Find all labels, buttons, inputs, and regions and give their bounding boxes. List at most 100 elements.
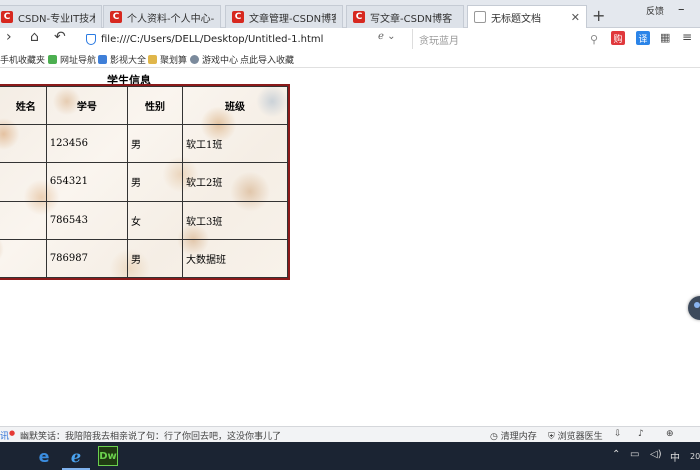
cell-class: 软工2班 bbox=[182, 162, 288, 202]
bookmark-import[interactable]: 点此导入收藏 bbox=[240, 53, 294, 66]
clock[interactable]: 20 bbox=[690, 452, 700, 461]
tab-untitled-document[interactable]: 无标题文档 ✕ bbox=[467, 5, 587, 28]
search-icon[interactable]: ⚲ bbox=[590, 33, 598, 46]
shopping-extension-icon[interactable]: 购 bbox=[611, 31, 625, 45]
tab-title: 文章管理-CSDN博客 bbox=[249, 13, 336, 25]
bookmark-label: 聚划算 bbox=[160, 56, 188, 66]
cell-student-id: 786543 bbox=[45, 200, 128, 240]
table-row: 786987 男 大数据班 bbox=[0, 238, 288, 278]
render-mode-icon[interactable]: ℯ ⌄ bbox=[378, 31, 395, 42]
clean-memory-button[interactable]: ◷ 清理内存 bbox=[490, 429, 537, 442]
bookmark-label: 游戏中心 bbox=[202, 56, 239, 66]
news-link[interactable]: 讯● bbox=[0, 429, 15, 442]
feedback-link[interactable]: 反馈 bbox=[646, 4, 664, 17]
csdn-logo-icon: C bbox=[110, 11, 122, 23]
zoom-icon[interactable]: ⊕ bbox=[666, 429, 674, 439]
shopping-icon bbox=[148, 55, 157, 64]
bookmark-label: 点此导入收藏 bbox=[240, 56, 295, 66]
table-row: 786543 女 软工3班 bbox=[0, 200, 288, 240]
browser-doctor-button[interactable]: ⛨ 浏览器医生 bbox=[548, 429, 603, 442]
new-tab-button[interactable]: + bbox=[592, 6, 605, 25]
document-icon bbox=[474, 11, 486, 23]
home-icon[interactable]: ⌂ bbox=[30, 29, 39, 45]
cell-student-id: 786987 bbox=[45, 238, 128, 278]
search-box[interactable]: 贪玩蓝月 ⚲ bbox=[412, 29, 604, 49]
tab-csdn-home[interactable]: C CSDN-专业IT技术社区 bbox=[0, 5, 102, 28]
bookmark-label: 影视大全 bbox=[110, 56, 147, 66]
extensions-grid-icon[interactable]: ▦ bbox=[660, 31, 670, 44]
forward-icon[interactable]: › bbox=[6, 29, 12, 45]
bookmark-game-center[interactable]: 游戏中心 bbox=[190, 53, 238, 66]
clean-memory-label: 清理内存 bbox=[500, 432, 537, 442]
joke-ticker[interactable]: 幽默笑话：我陪陪我去相亲说了句：行了你回去吧，这没你事儿了 bbox=[20, 429, 281, 442]
header-gender: 性别 bbox=[126, 86, 184, 126]
cell-gender: 男 bbox=[126, 124, 184, 164]
nav-icon bbox=[48, 55, 57, 64]
edge-icon[interactable]: e bbox=[34, 446, 54, 466]
bookmark-mobile-favorites[interactable]: 手机收藏夹 bbox=[0, 53, 45, 66]
tab-article-manage[interactable]: C 文章管理-CSDN博客 bbox=[225, 5, 343, 28]
cell-gender: 女 bbox=[126, 200, 184, 240]
tab-title: 无标题文档 bbox=[491, 13, 541, 25]
header-class: 班级 bbox=[182, 86, 288, 126]
bookmark-juhuasuan[interactable]: 聚划算 bbox=[148, 53, 187, 66]
csdn-logo-icon: C bbox=[232, 11, 244, 23]
cell-class: 软工3班 bbox=[182, 200, 288, 240]
notification-dot-icon: ● bbox=[9, 429, 16, 437]
browser-window: C CSDN-专业IT技术社区 C 个人资料-个人中心-CSI C 文章管理-C… bbox=[0, 0, 700, 470]
student-info-table: 姓名 学号 性别 班级 123456 男 软工1班 654321 男 软工2班 bbox=[0, 84, 290, 280]
search-placeholder: 贪玩蓝月 bbox=[419, 35, 459, 47]
minimize-icon[interactable]: – bbox=[678, 2, 685, 17]
cell-gender: 男 bbox=[126, 238, 184, 278]
tab-profile[interactable]: C 个人资料-个人中心-CSI bbox=[103, 5, 221, 28]
table-row: 123456 男 软工1班 bbox=[0, 124, 288, 164]
security-shield-icon bbox=[86, 33, 96, 45]
status-bar: 讯● 幽默笑话：我陪陪我去相亲说了句：行了你回去吧，这没你事儿了 ◷ 清理内存 … bbox=[0, 426, 700, 442]
translate-extension-icon[interactable]: 译 bbox=[636, 31, 650, 45]
network-icon[interactable]: ▭ bbox=[630, 449, 639, 460]
address-bar[interactable]: file:///C:/Users/DELL/Desktop/Untitled-1… bbox=[86, 29, 410, 49]
bookmark-url-nav[interactable]: 网址导航 bbox=[48, 53, 96, 66]
undo-icon[interactable]: ↶ bbox=[54, 29, 66, 45]
csdn-logo-icon: C bbox=[353, 11, 365, 23]
windows-taskbar: e ℯ Dw ⌃ ▭ ◁) 中 20 bbox=[0, 442, 700, 470]
tab-strip: C CSDN-专业IT技术社区 C 个人资料-个人中心-CSI C 文章管理-C… bbox=[0, 0, 700, 28]
video-icon bbox=[98, 55, 107, 64]
bookmark-label: 网址导航 bbox=[60, 56, 97, 66]
cell-name bbox=[0, 162, 47, 202]
tab-title: CSDN-专业IT技术社区 bbox=[18, 13, 95, 25]
cell-student-id: 123456 bbox=[45, 124, 128, 164]
bookmark-video[interactable]: 影视大全 bbox=[98, 53, 146, 66]
cell-gender: 男 bbox=[126, 162, 184, 202]
cell-class: 大数据班 bbox=[182, 238, 288, 278]
cell-student-id: 654321 bbox=[45, 162, 128, 202]
dreamweaver-icon[interactable]: Dw bbox=[98, 446, 118, 466]
bookmark-label: 手机收藏夹 bbox=[0, 56, 46, 66]
download-icon[interactable]: ⇩ bbox=[614, 429, 622, 439]
volume-icon[interactable]: ◁) bbox=[650, 449, 662, 460]
cell-name bbox=[0, 238, 47, 278]
menu-icon[interactable]: ≡ bbox=[682, 30, 692, 44]
tray-chevron-icon[interactable]: ⌃ bbox=[612, 449, 620, 460]
csdn-logo-icon: C bbox=[1, 11, 13, 23]
input-method-icon[interactable]: 中 bbox=[670, 449, 680, 464]
floating-assistant-button[interactable] bbox=[688, 296, 700, 320]
browser-doctor-label: 浏览器医生 bbox=[557, 432, 603, 442]
table-row: 654321 男 软工2班 bbox=[0, 162, 288, 202]
cell-name bbox=[0, 124, 47, 164]
table-header-row: 姓名 学号 性别 班级 bbox=[0, 86, 288, 126]
address-text: file:///C:/Users/DELL/Desktop/Untitled-1… bbox=[101, 33, 324, 45]
header-student-id: 学号 bbox=[45, 86, 128, 126]
tab-write-article[interactable]: C 写文章-CSDN博客 bbox=[346, 5, 464, 28]
header-name: 姓名 bbox=[0, 86, 47, 126]
cell-name bbox=[0, 200, 47, 240]
cell-class: 软工1班 bbox=[182, 124, 288, 164]
ie-icon[interactable]: ℯ bbox=[66, 446, 86, 466]
news-label: 讯 bbox=[0, 432, 10, 442]
bookmarks-bar: 手机收藏夹 网址导航 影视大全 聚划算 游戏中心 点此导入收藏 bbox=[0, 50, 700, 68]
close-icon[interactable]: ✕ bbox=[571, 11, 580, 24]
sound-icon[interactable]: ♪ bbox=[638, 429, 644, 439]
tab-title: 个人资料-个人中心-CSI bbox=[127, 13, 214, 25]
tab-title: 写文章-CSDN博客 bbox=[370, 13, 453, 25]
game-icon bbox=[190, 55, 199, 64]
